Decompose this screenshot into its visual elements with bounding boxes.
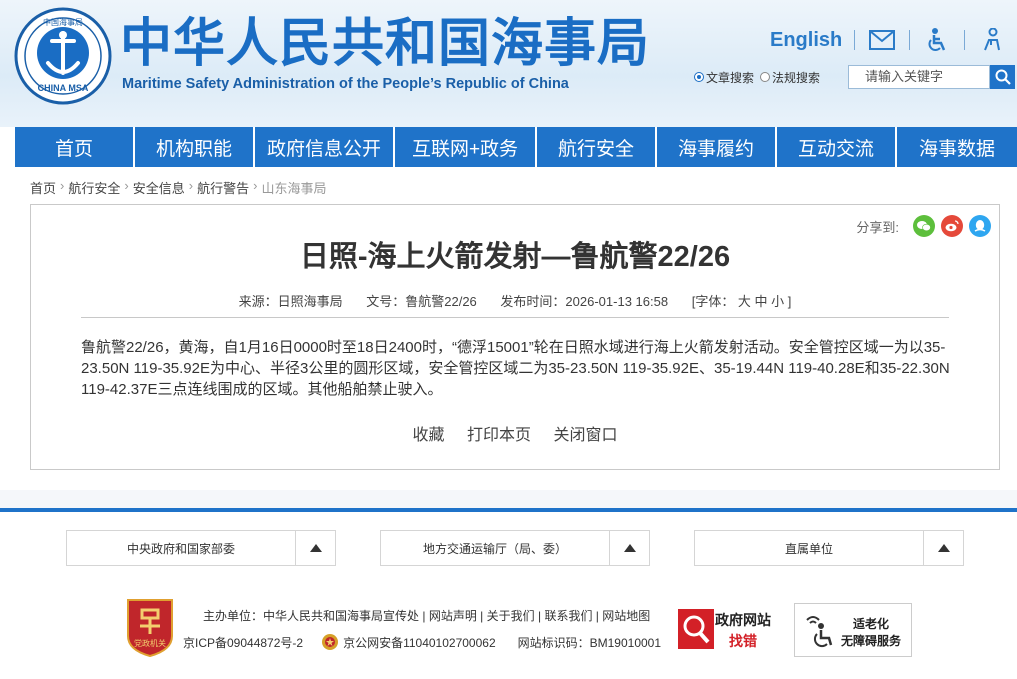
nav-data[interactable]: 海事数据 <box>897 127 1017 167</box>
caret-up-icon <box>309 544 322 552</box>
site-title-zh: 中华人民共和国海事局 <box>120 14 651 74</box>
access-line1: 适老化 <box>853 617 890 631</box>
magnifier-error-icon <box>678 609 714 649</box>
site-id: 网站标识码：BM19010001 <box>517 635 662 650</box>
chevron-right-icon: › <box>188 178 194 193</box>
site-title-en: Maritime Safety Administration of the Pe… <box>122 76 569 92</box>
breadcrumb-warnings[interactable]: 航行警告 <box>197 178 249 197</box>
dropdown-label: 直属单位 <box>784 542 833 556</box>
search-input[interactable]: 请输入关键字 <box>848 65 990 89</box>
article-publish-time: 发布时间：2026-01-13 16:58 <box>500 294 669 309</box>
logo-text-top: 中国海事局 <box>43 17 83 27</box>
favorite-button[interactable]: 收藏 <box>413 427 445 444</box>
dropdown-toggle[interactable] <box>295 531 335 565</box>
english-link[interactable]: English <box>770 29 842 52</box>
access-line2: 无障碍服务 <box>841 634 902 648</box>
article-doc-no: 文号：鲁航警22/26 <box>366 294 477 309</box>
nav-gov-info[interactable]: 政府信息公开 <box>255 127 393 167</box>
police-record[interactable]: 京公网安备11040102700062 <box>343 634 496 651</box>
radio-law-label: 法规搜索 <box>772 70 821 85</box>
radio-dot <box>760 72 771 82</box>
caret-up-icon <box>623 544 636 552</box>
police-badge-icon <box>322 634 339 650</box>
gov-error-line2: 找错 <box>729 633 757 649</box>
main-nav: 首页 机构职能 政府信息公开 互联网+政务 航行安全 海事履约 互动交流 海事数… <box>15 127 1017 167</box>
caret-up-icon <box>937 544 950 552</box>
nav-interaction[interactable]: 互动交流 <box>777 127 895 167</box>
search-options: 文章搜索 法规搜索 <box>694 64 826 90</box>
party-badge-text: 党政机关 <box>134 638 166 648</box>
accessibility-icon <box>806 616 833 648</box>
chevron-right-icon: › <box>60 178 65 193</box>
logo-text-bottom: CHINA MSA <box>38 83 89 93</box>
footer-sponsor-line: 主办单位：中华人民共和国海事局宣传处 | 网站声明 | 关于我们 | 联系我们 … <box>203 607 650 624</box>
footer-sponsor: 主办单位：中华人民共和国海事局宣传处 <box>203 609 420 623</box>
link-site-statement[interactable]: 网站声明 <box>429 609 477 623</box>
dropdown-label: 地方交通运输厅（局、委） <box>422 542 567 556</box>
link-about-us[interactable]: 关于我们 <box>487 609 535 623</box>
nav-functions[interactable]: 机构职能 <box>135 127 253 167</box>
article-source: 来源：日照海事局 <box>238 294 343 309</box>
divider <box>964 30 966 50</box>
breadcrumb-nav-safety[interactable]: 航行安全 <box>68 178 120 197</box>
footer-registration-line: 京ICP备09044872号-2 京公网安备11040102700062 网站标… <box>183 633 661 651</box>
font-size-switcher[interactable]: [字体： 大 中 小 ] <box>692 294 792 309</box>
article-meta: 来源：日照海事局 文号：鲁航警22/26 发布时间：2026-01-13 16:… <box>31 291 999 310</box>
nav-navigation-safety[interactable]: 航行安全 <box>537 127 655 167</box>
dropdown-toggle[interactable] <box>609 531 649 565</box>
nav-internet-gov[interactable]: 互联网+政务 <box>395 127 535 167</box>
divider <box>81 317 949 318</box>
nav-home[interactable]: 首页 <box>15 127 133 167</box>
article-body: 鲁航警22/26，黄海，自1月16日0000时至18日2400时，“德浮1500… <box>81 339 950 398</box>
link-sitemap[interactable]: 网站地图 <box>602 609 650 623</box>
radio-dot <box>694 72 704 82</box>
mail-icon[interactable] <box>867 27 897 53</box>
dropdown-central-gov[interactable]: 中央政府和国家部委 <box>66 530 336 566</box>
gov-site-error-report[interactable]: 政府网站 找错 <box>677 606 777 652</box>
chevron-right-icon: › <box>253 178 258 193</box>
site-header: CHINA MSA 中国海事局 中华人民共和国海事局 Maritime Safe… <box>0 0 1017 127</box>
article-title: 日照-海上火箭发射—鲁航警22/26 <box>299 241 731 273</box>
radio-law-search[interactable]: 法规搜索 <box>760 69 820 86</box>
breadcrumb-current[interactable]: 山东海事局 <box>261 178 326 197</box>
top-links: English <box>770 26 1007 54</box>
article-panel: 分享到: 日照-海上火箭发射—鲁航警22/26 来源：日照海事局 文号：鲁航警2… <box>30 204 1000 470</box>
search-button[interactable] <box>990 65 1015 89</box>
article-actions: 收藏 打印本页 关闭窗口 <box>31 421 999 445</box>
chevron-right-icon: › <box>124 178 129 193</box>
divider <box>909 30 911 50</box>
party-gov-badge[interactable]: 党政机关 <box>124 596 176 658</box>
divider <box>854 30 856 50</box>
dropdown-toggle[interactable] <box>923 531 963 565</box>
accessibility-service[interactable]: 适老化 无障碍服务 <box>794 603 912 657</box>
nav-convention[interactable]: 海事履约 <box>657 127 775 167</box>
gov-error-line1: 政府网站 <box>715 612 771 628</box>
radio-article-label: 文章搜索 <box>706 70 755 85</box>
dropdown-local-transport[interactable]: 地方交通运输厅（局、委） <box>380 530 650 566</box>
breadcrumb: 首页 › 航行安全 › 安全信息 › 航行警告 › 山东海事局 <box>30 178 326 197</box>
dropdown-label: 中央政府和国家部委 <box>126 542 235 556</box>
elderly-mode-icon[interactable] <box>977 27 1007 53</box>
breadcrumb-home[interactable]: 首页 <box>30 178 56 197</box>
breadcrumb-safety-info[interactable]: 安全信息 <box>133 178 185 197</box>
icp-number[interactable]: 京ICP备09044872号-2 <box>183 634 303 651</box>
accessibility-icon[interactable] <box>922 27 952 53</box>
search-icon <box>995 69 1011 85</box>
link-contact-us[interactable]: 联系我们 <box>544 609 592 623</box>
print-button[interactable]: 打印本页 <box>467 427 531 444</box>
close-window-button[interactable]: 关闭窗口 <box>553 427 617 444</box>
china-msa-logo[interactable]: CHINA MSA 中国海事局 <box>14 7 112 105</box>
dropdown-subordinate[interactable]: 直属单位 <box>694 530 964 566</box>
radio-article-search[interactable]: 文章搜索 <box>694 69 754 86</box>
footer-spacer <box>0 490 1017 508</box>
